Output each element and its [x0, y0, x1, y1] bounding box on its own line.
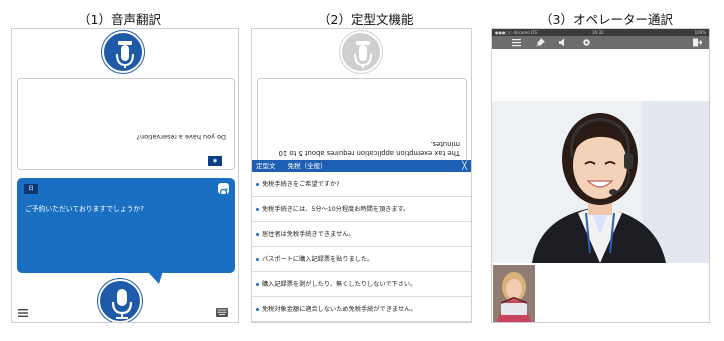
refresh-icon: [219, 188, 228, 197]
menu-icon[interactable]: [512, 38, 521, 47]
microphone-button-bottom[interactable]: [98, 279, 142, 322]
operator-photo: [492, 101, 709, 263]
speaker-button[interactable]: ◉: [208, 156, 222, 166]
fixed-phrase-screen: The tax exemption application requires a…: [251, 28, 472, 323]
battery-level: 100%: [694, 30, 706, 35]
settings-icon[interactable]: [582, 38, 591, 47]
phrase-item[interactable]: 居住者は免税手続きできません。: [252, 222, 471, 247]
phrase-category-label[interactable]: 免税（全般）: [288, 162, 327, 170]
operator-video-screen: ●●●○○ docomo LTE 16:32 100%: [491, 28, 710, 323]
caption-fixed-phrase: （2）定型文機能: [318, 12, 414, 27]
customer-photo: [493, 265, 535, 322]
retranslate-button[interactable]: [218, 183, 229, 197]
phrase-item[interactable]: 免税手続きには、5分〜10分程度お時間を頂きます。: [252, 197, 471, 222]
speech-bubble-tail: [147, 271, 163, 284]
japanese-input-bubble: 日 ご予約いただいておりますでしょうか?: [17, 178, 235, 273]
phrase-list-header: 定型文 免税（全般） ╳: [252, 160, 471, 172]
customer-video-thumbnail[interactable]: [493, 265, 535, 322]
microphone-button-top[interactable]: [102, 31, 144, 73]
caption-operator-interpretation: （3）オペレーター通訳: [540, 12, 673, 27]
microphone-icon: [116, 41, 134, 68]
carrier-signal: ●●●○○ docomo LTE: [495, 30, 538, 35]
operator-video: [492, 101, 709, 263]
caption-voice-translation: （1）音声翻訳: [78, 12, 161, 27]
menu-icon[interactable]: [18, 309, 28, 317]
phrase-item[interactable]: 免税手続きをご希望ですか?: [252, 172, 471, 197]
japanese-speech-text: ご予約いただいておりますでしょうか?: [25, 205, 144, 213]
close-icon[interactable]: ╳: [462, 160, 467, 172]
call-toolbar: [492, 36, 709, 49]
language-tag-japanese[interactable]: 日: [24, 184, 38, 194]
speaker-icon: ◉: [212, 158, 218, 164]
phrase-item[interactable]: パスポートに購入記録票を貼りました。: [252, 247, 471, 272]
microphone-button-disabled: [340, 31, 382, 73]
english-output-box: The tax exemption application requires a…: [257, 78, 467, 164]
status-time: 16:32: [592, 30, 604, 35]
phrase-header-label: 定型文: [256, 162, 276, 170]
speaker-icon[interactable]: [559, 38, 568, 47]
keyboard-icon[interactable]: [216, 308, 228, 317]
microphone-icon: [111, 289, 133, 319]
phrase-item[interactable]: 免税対象金額に適合しないため免税手続ができません。: [252, 297, 471, 322]
english-translation-text: The tax exemption application requires a…: [278, 140, 460, 157]
voice-translation-screen: Do you have a reservation? ◉ 日 ご予約いただいてお…: [11, 28, 239, 323]
exit-icon[interactable]: [693, 38, 702, 47]
microphone-icon: [354, 41, 372, 68]
pin-icon[interactable]: [536, 38, 545, 47]
phrase-item[interactable]: 購入記録票を剥がしたり、無くしたりしないで下さい。: [252, 272, 471, 297]
english-output-box: Do you have a reservation? ◉: [17, 78, 235, 170]
phrase-list: 免税手続きをご希望ですか? 免税手続きには、5分〜10分程度お時間を頂きます。 …: [252, 172, 471, 322]
device-status-bar: ●●●○○ docomo LTE 16:32 100%: [492, 29, 709, 36]
english-translation-text: Do you have a reservation?: [136, 133, 226, 141]
